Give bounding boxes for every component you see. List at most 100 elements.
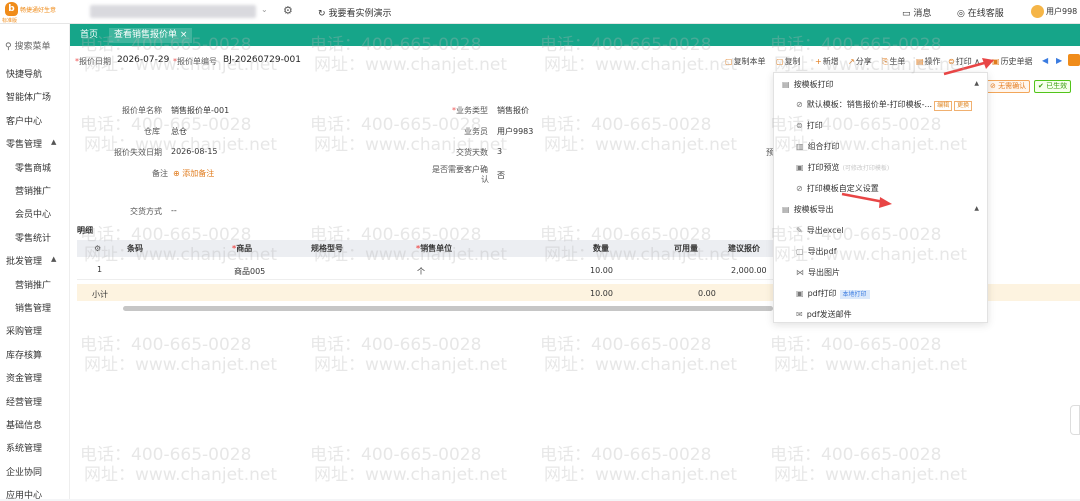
row-product[interactable]: 商品005: [234, 266, 265, 277]
next-record-icon[interactable]: ▶: [1056, 56, 1062, 65]
logo-mark: b: [5, 2, 18, 16]
sidebar-item[interactable]: 客户中心: [6, 114, 42, 127]
sidebar-item[interactable]: 经营管理: [6, 395, 42, 408]
export-by-template-group[interactable]: ▤ 按模板导出: [782, 204, 834, 215]
menu-search-placeholder: 搜索菜单: [14, 42, 51, 52]
user-menu[interactable]: 用户998: [1031, 5, 1077, 18]
export-excel-item[interactable]: ✎ 导出excel: [796, 225, 844, 236]
combo-print-item[interactable]: ▥ 组合打印: [796, 141, 840, 152]
sidebar-item[interactable]: 零售管理: [6, 137, 42, 150]
gear-icon[interactable]: ⚙: [283, 4, 293, 17]
demo-link[interactable]: ↻ 我要看实例演示: [318, 6, 392, 19]
sidebar-item[interactable]: 基础信息: [6, 418, 42, 431]
sidebar-item[interactable]: 会员中心: [15, 207, 51, 220]
col-available[interactable]: 可用量: [674, 241, 698, 256]
col-suggested-price[interactable]: 建议报价: [728, 241, 760, 256]
sidebar-item[interactable]: 批发管理: [6, 254, 42, 267]
add-circle-icon: ⊕: [173, 169, 180, 178]
sidebar-item[interactable]: 零售商城: [15, 161, 51, 174]
caret-up-icon[interactable]: ▲: [51, 138, 56, 146]
quote-date-value[interactable]: 2026-07-29: [117, 55, 169, 65]
col-qty[interactable]: 数量: [593, 241, 609, 256]
copy-doc-button[interactable]: ▢复制本单: [725, 56, 766, 67]
col-unit[interactable]: *销售单位: [416, 241, 452, 256]
menu-search[interactable]: ⚲ 搜索菜单: [5, 39, 50, 52]
col-barcode[interactable]: 条码: [127, 241, 143, 256]
sidebar-item[interactable]: 快捷导航: [6, 67, 42, 80]
print-by-template-group[interactable]: ▤ 按模板打印: [782, 79, 834, 90]
export-pdf-item[interactable]: ▢ 导出pdf: [796, 246, 837, 257]
close-icon[interactable]: ×: [180, 30, 188, 40]
subtotal-available: 0.00: [698, 289, 716, 298]
side-panel-handle[interactable]: [1070, 405, 1080, 435]
delivery-days-value[interactable]: 3: [497, 147, 502, 156]
quote-number-value[interactable]: BJ-20260729-001: [223, 55, 301, 65]
message-icon: ▭: [902, 9, 911, 19]
biz-type-value[interactable]: 销售报价: [497, 105, 529, 116]
preview-icon: ▣: [796, 163, 804, 172]
export-image-item[interactable]: ⋈ 导出图片: [796, 267, 840, 278]
row-unit[interactable]: 个: [417, 266, 425, 277]
salesman-label: 业务员: [464, 127, 488, 136]
collapse-icon[interactable]: ▲: [974, 80, 979, 87]
sidebar-item[interactable]: 企业协同: [6, 465, 42, 478]
switch-template-button[interactable]: 更换: [954, 101, 973, 111]
edit-template-button[interactable]: 编辑: [934, 101, 953, 111]
online-service-button[interactable]: ◎ 在线客服: [957, 6, 1004, 19]
customer-confirm-value[interactable]: 否: [497, 170, 505, 181]
row-price[interactable]: 2,000.00: [731, 266, 767, 275]
template-icon: ⊘: [796, 100, 803, 109]
pdf-icon: ▢: [796, 247, 804, 256]
subtotal-qty: 10.00: [590, 289, 613, 298]
col-spec[interactable]: 规格型号: [311, 241, 343, 256]
add-note-link[interactable]: ⊕ 添加备注: [173, 168, 214, 179]
sidebar-item[interactable]: 采购管理: [6, 324, 42, 337]
sidebar-item[interactable]: 销售管理: [15, 301, 51, 314]
sidebar-item[interactable]: 智能体广场: [6, 90, 51, 103]
generate-button[interactable]: ⎘生单: [882, 56, 905, 67]
col-product[interactable]: *商品: [232, 241, 252, 256]
chevron-down-icon[interactable]: ⌄: [261, 5, 268, 14]
print-item[interactable]: ⊜ 打印: [796, 120, 823, 131]
tab-quote-view[interactable]: 查看销售报价单 ×: [109, 28, 193, 43]
pdf-email-item[interactable]: ✉ pdf发送邮件: [796, 309, 852, 320]
pdf-print-item[interactable]: ▣ pdf打印 本地打印: [796, 288, 870, 299]
sidebar-item[interactable]: 营销推广: [15, 184, 51, 197]
warehouse-value[interactable]: 总仓: [171, 126, 187, 137]
delivery-method-value[interactable]: --: [171, 206, 177, 215]
sidebar-item[interactable]: 库存核算: [6, 348, 42, 361]
share-button[interactable]: ↗分享: [848, 56, 872, 67]
column-settings-icon[interactable]: ⚙: [94, 241, 101, 256]
quote-name-value[interactable]: 销售报价单-001: [171, 105, 229, 116]
app-logo[interactable]: b 畅捷通好生意 标准版: [2, 1, 68, 24]
annotation-arrow-top: [943, 58, 994, 76]
more-actions-button[interactable]: [1068, 54, 1080, 66]
collapse-icon[interactable]: ▲: [974, 205, 979, 212]
print-preview-item[interactable]: ▣ 打印预览 (可修改打印模板): [796, 162, 889, 173]
row-qty[interactable]: 10.00: [590, 266, 613, 275]
copy-button[interactable]: ▢复制: [776, 56, 801, 67]
printer-icon: ▤: [782, 80, 790, 89]
email-icon: ✉: [796, 310, 803, 319]
sidebar-item[interactable]: 零售统计: [15, 231, 51, 244]
sidebar-item[interactable]: 系统管理: [6, 441, 42, 454]
messages-button[interactable]: ▭ 消息: [902, 6, 931, 19]
account-selector[interactable]: [90, 5, 256, 18]
default-template-item[interactable]: ⊘ 默认模板：销售报价单-打印模板-... 编辑 更换: [796, 99, 973, 111]
local-print-badge[interactable]: 本地打印: [839, 290, 870, 299]
annotation-arrow-bottom: [841, 192, 892, 208]
caret-up-icon[interactable]: ▲: [51, 255, 56, 263]
tab-home[interactable]: 首页: [80, 28, 98, 43]
new-button[interactable]: +新增: [815, 56, 839, 67]
sidebar-item[interactable]: 资金管理: [6, 371, 42, 384]
excel-icon: ✎: [796, 226, 803, 235]
prev-record-icon[interactable]: ◀: [1042, 56, 1048, 65]
note-label: 备注: [152, 169, 168, 178]
sidebar-item[interactable]: 应用中心: [6, 488, 42, 501]
table-horizontal-scrollbar[interactable]: [123, 306, 773, 311]
tab-bar: 首页 查看销售报价单 ×: [70, 24, 1080, 46]
salesman-value[interactable]: 用户9983: [497, 126, 533, 137]
sidebar-item[interactable]: 营销推广: [15, 278, 51, 291]
operate-button[interactable]: ▤操作: [916, 56, 941, 67]
expire-date-value[interactable]: 2026-08-15: [171, 147, 218, 156]
